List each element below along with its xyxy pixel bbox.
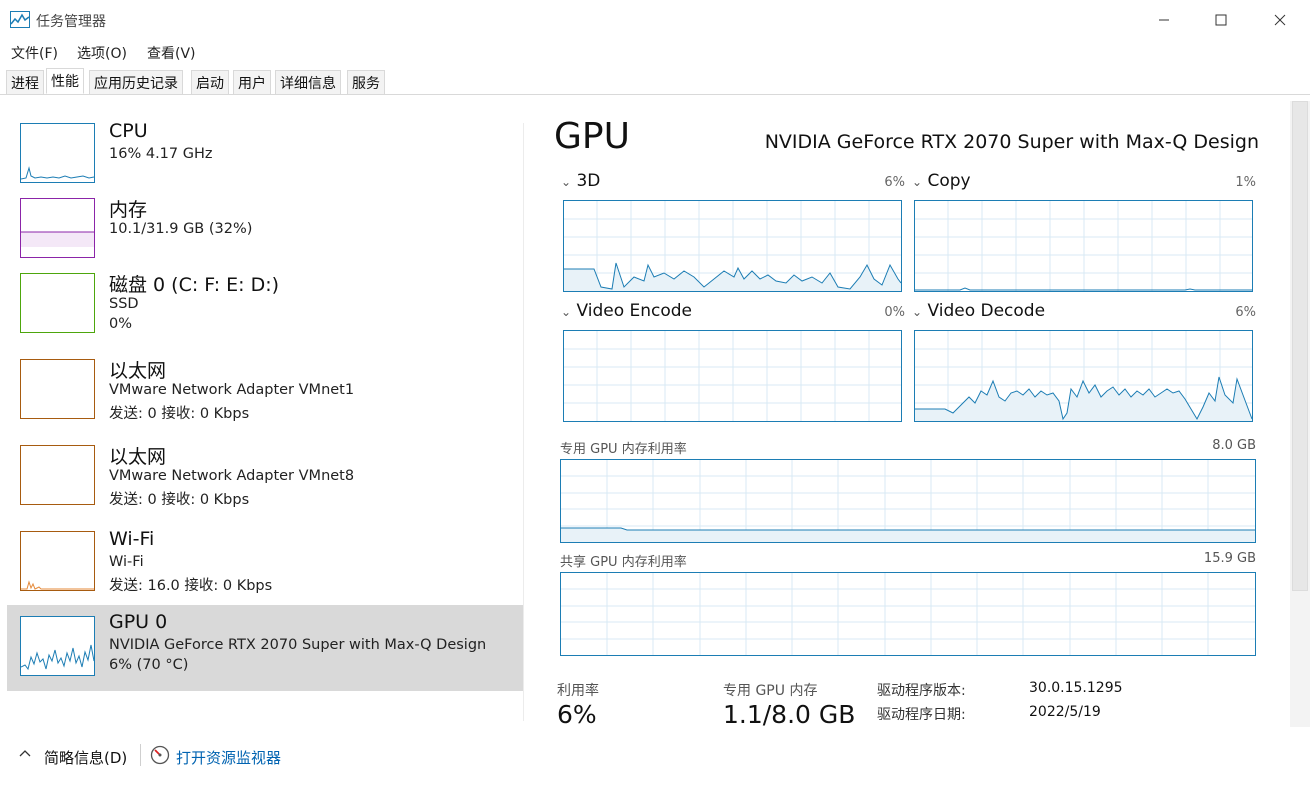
shared-memory-graph [560, 572, 1256, 656]
sidebar-item-ethernet-vmnet8[interactable]: 以太网 VMware Network Adapter VMnet8 发送: 0 … [7, 436, 523, 522]
utilization-label: 利用率 [557, 683, 599, 699]
sidebar-item-disk[interactable]: 磁盘 0 (C: F: E: D:) SSD 0% [7, 264, 523, 350]
dedicated-gpu-memory-label: 专用 GPU 内存 [723, 683, 818, 699]
sidebar-item-detail: 0% [109, 316, 133, 332]
sidebar-item-subtitle: VMware Network Adapter VMnet8 [109, 468, 355, 484]
ethernet-thumbnail-graph [20, 359, 95, 419]
close-icon [1274, 14, 1286, 26]
sidebar-item-subtitle: VMware Network Adapter VMnet1 [109, 382, 355, 398]
tab-app-history[interactable]: 应用历史记录 [89, 70, 183, 94]
minimize-button[interactable] [1135, 0, 1193, 40]
sidebar-item-title: CPU [109, 120, 148, 142]
sidebar-item-cpu[interactable]: CPU 16% 4.17 GHz [7, 114, 523, 200]
chevron-down-icon: ⌄ [561, 305, 572, 319]
sidebar-item-ethernet-vmnet1[interactable]: 以太网 VMware Network Adapter VMnet1 发送: 0 … [7, 350, 523, 436]
sidebar-divider [523, 123, 524, 721]
tab-users[interactable]: 用户 [233, 70, 271, 94]
menu-file[interactable]: 文件(F) [11, 43, 58, 63]
footer-separator [0, 727, 1310, 728]
maximize-button[interactable] [1192, 0, 1250, 40]
chevron-down-icon: ⌄ [912, 305, 923, 319]
dedicated-gpu-memory-value: 1.1/8.0 GB [723, 700, 856, 729]
maximize-icon [1215, 14, 1227, 26]
wifi-thumbnail-graph [20, 531, 95, 591]
chevron-down-icon: ⌄ [912, 175, 923, 189]
sidebar-item-title: 以太网 [109, 360, 167, 382]
driver-version-value: 30.0.15.1295 [1029, 680, 1123, 696]
close-button[interactable] [1251, 0, 1309, 40]
engine-percent: 1% [1235, 175, 1256, 190]
tab-startup[interactable]: 启动 [191, 70, 229, 94]
driver-date-value: 2022/5/19 [1029, 704, 1101, 720]
gpu-thumbnail-graph [20, 616, 95, 676]
utilization-value: 6% [557, 700, 597, 729]
sidebar-item-title: 磁盘 0 (C: F: E: D:) [109, 274, 280, 296]
sidebar-item-detail: 6% (70 °C) [109, 657, 189, 673]
detail-heading: GPU [554, 116, 630, 157]
tab-processes[interactable]: 进程 [6, 70, 44, 94]
sidebar-item-title: 以太网 [109, 446, 167, 468]
menu-view[interactable]: 查看(V) [147, 43, 196, 63]
engine-percent: 6% [1235, 305, 1256, 320]
dedicated-memory-capacity: 8.0 GB [1212, 438, 1256, 453]
tab-details[interactable]: 详细信息 [275, 70, 341, 94]
engine-percent: 6% [884, 175, 905, 190]
sidebar-item-subtitle: 16% 4.17 GHz [109, 146, 213, 162]
sidebar-item-subtitle: SSD [109, 296, 139, 312]
engine-video-encode-selector[interactable]: ⌄ Video Encode [561, 301, 692, 321]
engine-name: 3D [576, 171, 601, 191]
chevron-up-icon [19, 750, 31, 757]
sidebar-item-detail: 发送: 16.0 接收: 0 Kbps [109, 578, 273, 594]
footer-divider [140, 744, 141, 766]
shared-memory-capacity: 15.9 GB [1203, 551, 1256, 566]
sidebar-item-detail: 发送: 0 接收: 0 Kbps [109, 406, 250, 422]
sidebar-item-title: 内存 [109, 199, 148, 221]
resource-monitor-icon [150, 745, 170, 769]
chevron-down-icon: ⌄ [561, 175, 572, 189]
engine-3d-selector[interactable]: ⌄ 3D [561, 171, 600, 191]
engine-video-encode-graph [563, 330, 902, 422]
sidebar-item-subtitle: 10.1/31.9 GB (32%) [109, 221, 253, 237]
engine-name: Copy [927, 171, 971, 191]
task-manager-app-icon [10, 11, 30, 28]
engine-video-decode-selector[interactable]: ⌄ Video Decode [912, 301, 1045, 321]
engine-name: Video Decode [927, 301, 1046, 321]
cpu-thumbnail-graph [20, 123, 95, 183]
open-resource-monitor-link[interactable]: 打开资源监视器 [176, 747, 281, 768]
gpu-model-name: NVIDIA GeForce RTX 2070 Super with Max-Q… [764, 131, 1259, 153]
minimize-icon [1159, 19, 1169, 21]
sidebar-item-wifi[interactable]: Wi-Fi Wi-Fi 发送: 16.0 接收: 0 Kbps [7, 522, 523, 608]
memory-thumbnail-graph [20, 198, 95, 258]
menu-options[interactable]: 选项(O) [77, 43, 127, 63]
sidebar-item-subtitle: Wi-Fi [109, 554, 144, 570]
engine-copy-graph [914, 200, 1253, 292]
dedicated-memory-graph [560, 459, 1256, 543]
disk-thumbnail-graph [20, 273, 95, 333]
engine-video-decode-graph [914, 330, 1253, 422]
sidebar-item-detail: 发送: 0 接收: 0 Kbps [109, 492, 250, 508]
sidebar-item-subtitle: NVIDIA GeForce RTX 2070 Super with Max-Q… [109, 637, 487, 653]
fewer-details-toggle[interactable] [18, 747, 32, 765]
sidebar-item-memory[interactable]: 内存 10.1/31.9 GB (32%) [7, 189, 523, 275]
window-title: 任务管理器 [36, 14, 106, 30]
engine-3d-graph [563, 200, 902, 292]
driver-version-label: 驱动程序版本: [877, 683, 966, 699]
dedicated-memory-label: 专用 GPU 内存利用率 [560, 442, 687, 457]
engine-percent: 0% [884, 305, 905, 320]
title-bar [0, 0, 1310, 40]
fewer-details-button[interactable]: 简略信息(D) [44, 747, 127, 768]
tab-services[interactable]: 服务 [347, 70, 385, 94]
engine-name: Video Encode [576, 301, 693, 321]
driver-date-label: 驱动程序日期: [877, 707, 966, 723]
ethernet-thumbnail-graph [20, 445, 95, 505]
engine-copy-selector[interactable]: ⌄ Copy [912, 171, 971, 191]
shared-memory-label: 共享 GPU 内存利用率 [560, 555, 687, 570]
sidebar-item-gpu[interactable]: GPU 0 NVIDIA GeForce RTX 2070 Super with… [7, 605, 523, 691]
sidebar-item-title: Wi-Fi [109, 528, 155, 550]
detail-scrollbar-thumb[interactable] [1292, 101, 1308, 591]
tab-performance[interactable]: 性能 [46, 68, 84, 94]
menu-bar [0, 40, 1310, 64]
sidebar-item-title: GPU 0 [109, 611, 168, 633]
